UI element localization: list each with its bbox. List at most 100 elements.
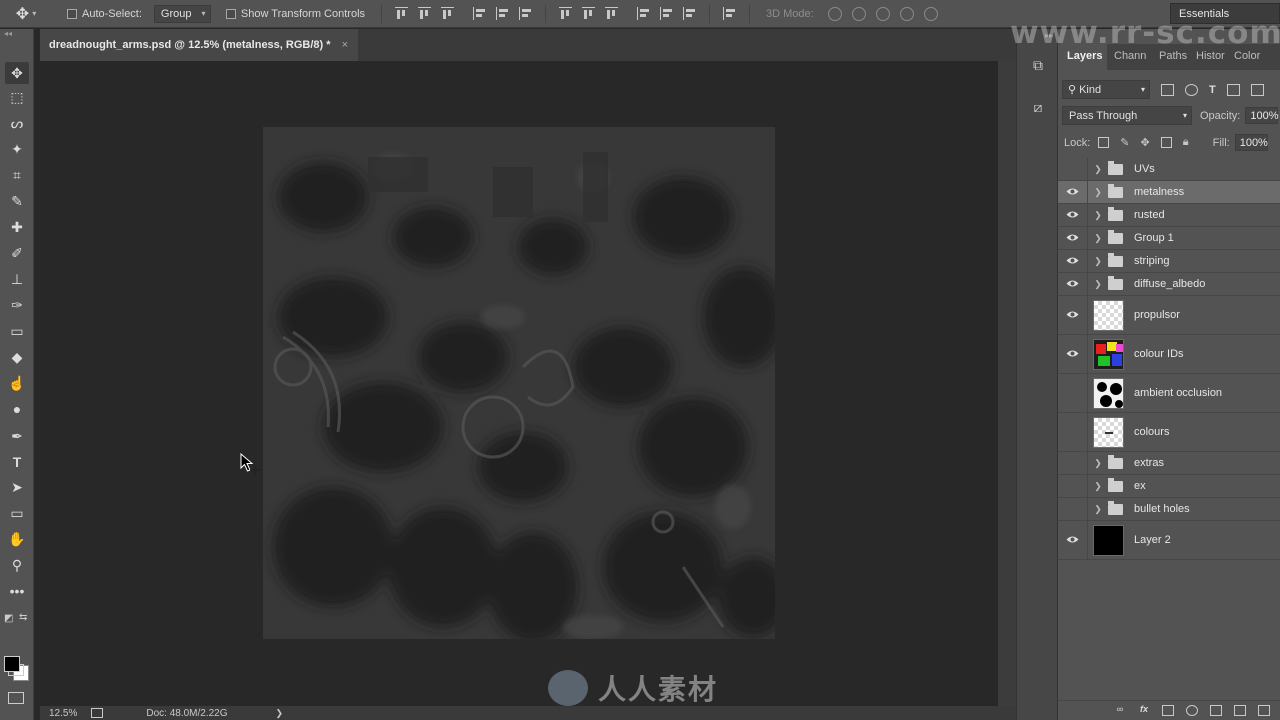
foreground-color-swatch[interactable] (4, 656, 20, 672)
marquee-tool[interactable]: ⬚ (5, 86, 29, 108)
visibility-toggle[interactable] (1058, 452, 1088, 474)
visibility-toggle[interactable] (1058, 475, 1088, 497)
pen-tool[interactable]: ✒ (5, 425, 29, 447)
new-layer-icon[interactable] (1234, 705, 1246, 716)
align-right-edges-icon[interactable] (519, 7, 532, 20)
swap-colors-icon[interactable]: ⇆ (19, 612, 27, 623)
layer-row[interactable]: ❯ bullet holes (1058, 498, 1280, 521)
type-tool[interactable]: T (5, 451, 29, 473)
magic-wand-tool[interactable]: ✦ (5, 138, 29, 160)
layer-thumbnail[interactable] (1093, 338, 1124, 370)
filter-smart-object-icon[interactable] (1250, 83, 1264, 96)
layer-row[interactable]: ❯ rusted (1058, 204, 1280, 227)
filter-shape-icon[interactable] (1226, 83, 1240, 96)
auto-select-checkbox[interactable]: Auto-Select: (67, 0, 142, 28)
align-top-edges-icon[interactable] (395, 7, 409, 20)
align-left-edges-icon[interactable] (473, 7, 486, 20)
close-icon[interactable]: × (342, 39, 348, 51)
visibility-toggle[interactable] (1058, 250, 1088, 272)
paint-bucket-tool[interactable]: ◆ (5, 346, 29, 368)
layer-row[interactable]: propulsor (1058, 296, 1280, 335)
visibility-toggle[interactable] (1058, 374, 1088, 412)
layer-style-icon[interactable]: fx (1138, 705, 1150, 716)
layer-row[interactable]: ❯ metalness (1058, 181, 1280, 204)
document-tab[interactable]: dreadnought_arms.psd @ 12.5% (metalness,… (40, 29, 359, 61)
pan-3d-icon[interactable] (875, 6, 890, 21)
filter-adjustment-icon[interactable] (1185, 83, 1198, 96)
align-horizontal-centers-icon[interactable] (496, 7, 509, 20)
filter-type-icon[interactable]: T (1209, 84, 1216, 96)
auto-align-layers-icon[interactable] (723, 7, 736, 20)
smudge-tool[interactable]: ☝ (5, 372, 29, 394)
crop-tool[interactable]: ⌗ (5, 164, 29, 186)
distribute-left-icon[interactable] (637, 7, 650, 20)
lock-all-icon[interactable]: 🔒︎ (1183, 136, 1189, 149)
scale-3d-icon[interactable] (923, 6, 938, 21)
opacity-input[interactable]: 100% (1245, 107, 1279, 124)
layer-row[interactable]: ❯ diffuse_albedo (1058, 273, 1280, 296)
layer-thumbnail[interactable] (1093, 299, 1124, 331)
expand-group-chevron-icon[interactable]: ❯ (1091, 256, 1105, 267)
expand-group-chevron-icon[interactable]: ❯ (1091, 279, 1105, 290)
dodge-tool[interactable]: ● (5, 398, 29, 420)
visibility-toggle[interactable] (1058, 521, 1088, 559)
lasso-tool[interactable]: ᔕ (5, 112, 29, 134)
rectangle-tool[interactable]: ▭ (5, 502, 29, 524)
visibility-toggle[interactable] (1058, 413, 1088, 451)
distribute-top-icon[interactable] (559, 7, 573, 20)
layer-thumbnail[interactable] (1093, 524, 1124, 556)
roll-3d-icon[interactable] (851, 6, 866, 21)
expand-group-chevron-icon[interactable]: ❯ (1091, 458, 1105, 469)
vertical-scrollbar[interactable] (998, 61, 1016, 706)
expand-group-chevron-icon[interactable]: ❯ (1091, 187, 1105, 198)
link-layers-icon[interactable]: ∞ (1114, 705, 1126, 716)
expand-group-chevron-icon[interactable]: ❯ (1091, 164, 1105, 175)
orbit-3d-icon[interactable] (827, 6, 842, 21)
layer-row[interactable]: ❯ extras (1058, 452, 1280, 475)
expand-group-chevron-icon[interactable]: ❯ (1091, 481, 1105, 492)
slide-3d-icon[interactable] (899, 6, 914, 21)
visibility-toggle[interactable] (1058, 181, 1088, 203)
blend-mode-dropdown[interactable]: Pass Through ▾ (1062, 106, 1192, 125)
expand-group-chevron-icon[interactable]: ❯ (1091, 233, 1105, 244)
status-menu-arrow-icon[interactable]: ❯ (276, 708, 284, 719)
expand-group-chevron-icon[interactable]: ❯ (1091, 504, 1105, 515)
3d-panel-icon[interactable]: ⧉ (1027, 54, 1049, 76)
healing-brush-tool[interactable]: ✚ (5, 216, 29, 238)
hand-tool[interactable]: ✋ (5, 528, 29, 550)
lock-transparency-icon[interactable] (1098, 137, 1110, 148)
fill-input[interactable]: 100% (1234, 134, 1268, 151)
align-bottom-edges-icon[interactable] (441, 7, 455, 20)
screen-mode-icon[interactable] (8, 692, 24, 704)
more-tools[interactable]: ••• (5, 580, 29, 602)
layer-row[interactable]: colour IDs (1058, 335, 1280, 374)
clone-stamp-tool[interactable]: ⊥ (5, 268, 29, 290)
lock-position-icon[interactable]: ✥ (1141, 136, 1150, 149)
new-group-icon[interactable] (1210, 705, 1222, 716)
visibility-toggle[interactable] (1058, 296, 1088, 334)
visibility-toggle[interactable] (1058, 227, 1088, 249)
history-brush-tool[interactable]: ✑ (5, 294, 29, 316)
filter-pixel-icon[interactable] (1161, 83, 1174, 96)
adjustment-layer-icon[interactable] (1186, 705, 1198, 716)
layer-filter-dropdown[interactable]: ⚲ Kind ▾ (1062, 80, 1150, 99)
layer-row[interactable]: ❯ UVs (1058, 158, 1280, 181)
show-transform-checkbox[interactable]: Show Transform Controls (225, 0, 365, 28)
visibility-toggle[interactable] (1058, 335, 1088, 373)
auto-select-dropdown[interactable]: Group ▾ (153, 4, 211, 23)
layer-row[interactable]: ❯ ex (1058, 475, 1280, 498)
move-tool-preset[interactable]: ✥ ▾ (0, 0, 52, 28)
texture-canvas[interactable] (263, 127, 775, 639)
layer-thumbnail[interactable] (1093, 416, 1124, 448)
share-icon[interactable] (91, 708, 104, 718)
expand-group-chevron-icon[interactable]: ❯ (1091, 210, 1105, 221)
eraser-tool[interactable]: ▭ (5, 320, 29, 342)
brush-tool[interactable]: ✐ (5, 242, 29, 264)
lock-artboard-icon[interactable] (1160, 137, 1172, 148)
layer-mask-icon[interactable] (1162, 705, 1174, 716)
visibility-toggle[interactable] (1058, 204, 1088, 226)
zoom-tool[interactable]: ⚲ (5, 554, 29, 576)
visibility-toggle[interactable] (1058, 498, 1088, 520)
distribute-right-icon[interactable] (683, 7, 696, 20)
eyedropper-tool[interactable]: ✎ (5, 190, 29, 212)
